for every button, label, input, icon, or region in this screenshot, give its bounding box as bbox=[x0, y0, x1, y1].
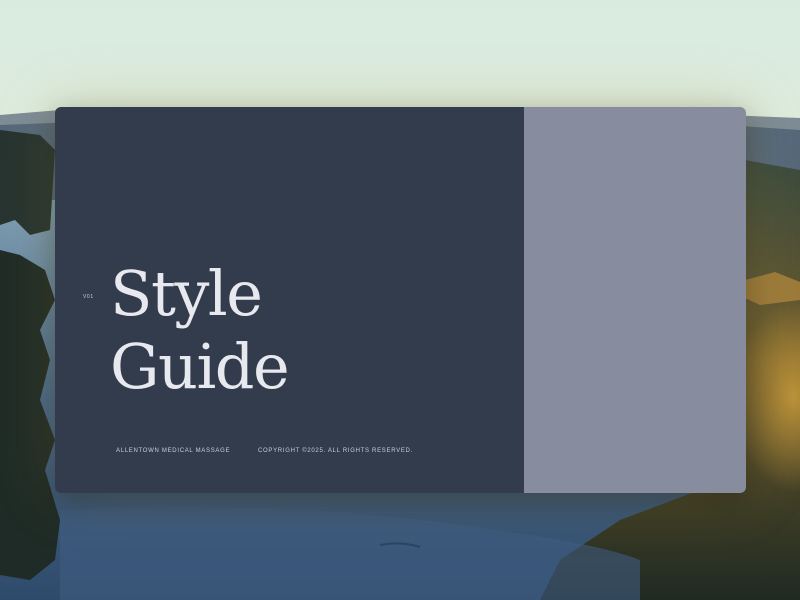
page-title: Style Guide bbox=[110, 257, 290, 403]
card-left-panel: V01 Style Guide ALLENTOWN MEDICAL MASSAG… bbox=[55, 107, 524, 493]
version-label: V01 bbox=[83, 294, 94, 300]
style-guide-card: V01 Style Guide ALLENTOWN MEDICAL MASSAG… bbox=[55, 107, 746, 493]
title-line-2: Guide bbox=[110, 330, 290, 403]
copyright-notice: COPYRIGHT ©2025. ALL RIGHTS RESERVED. bbox=[258, 448, 413, 454]
title-line-1: Style bbox=[110, 257, 263, 330]
card-right-panel bbox=[524, 107, 746, 493]
company-name: ALLENTOWN MEDICAL MASSAGE bbox=[116, 448, 231, 454]
